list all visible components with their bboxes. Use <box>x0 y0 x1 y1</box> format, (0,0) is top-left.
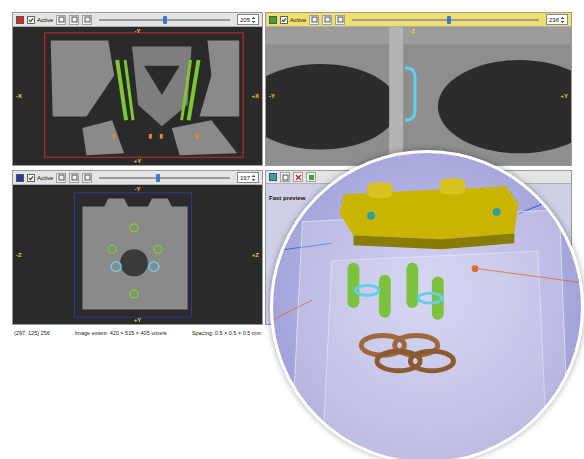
view-color-icon[interactable] <box>269 16 277 24</box>
slice-view: Active 205 -Y +Y -X +X <box>12 12 263 166</box>
render-icon <box>308 174 315 181</box>
view-color-icon[interactable] <box>16 16 24 24</box>
status-bar: (297, 125) 256 Image extent: 420 × 515 × … <box>12 329 263 337</box>
tool-button[interactable] <box>82 173 92 183</box>
active-label: Active <box>290 17 306 23</box>
active-checkbox[interactable]: Active <box>280 16 306 24</box>
slice-view: Active 197 -Y +Y -Z +Z <box>12 170 263 325</box>
slice-slider[interactable] <box>95 19 234 21</box>
tool-icon <box>71 16 78 23</box>
engine-3d-model <box>273 153 581 459</box>
active-label: Active <box>37 17 53 23</box>
tick-icon <box>28 17 34 23</box>
tool-button[interactable] <box>69 15 79 25</box>
fast-preview-label[interactable]: Fast preview <box>269 195 305 201</box>
spin-arrows-icon[interactable] <box>251 174 256 182</box>
tool-icon <box>324 16 331 23</box>
tick-icon <box>281 17 287 23</box>
slice-spinbox[interactable]: 236 <box>546 14 568 25</box>
tool-button[interactable] <box>322 15 332 25</box>
axis-label: -Y <box>135 186 141 192</box>
slice-canvas[interactable]: -Y +Y -Z +Z <box>13 185 262 324</box>
slice-value: 205 <box>240 17 250 23</box>
axis-label: +X <box>251 93 259 99</box>
slider-thumb[interactable] <box>156 174 160 182</box>
checkbox-box[interactable] <box>27 174 35 182</box>
active-checkbox[interactable]: Active <box>27 174 53 182</box>
axis-label: -Y <box>135 28 141 34</box>
ct-viewer-screen: Active 205 -Y +Y -X +X Active 236 -Z -Y +Y Active 19… <box>0 0 584 459</box>
tool-icon <box>311 16 318 23</box>
slider-track <box>99 177 230 179</box>
slider-track <box>99 19 230 21</box>
spin-arrows-icon[interactable] <box>560 16 565 24</box>
tool-button[interactable] <box>335 15 345 25</box>
slider-thumb[interactable] <box>163 16 167 24</box>
axis-label: +Y <box>134 317 142 323</box>
active-label: Active <box>37 175 53 181</box>
tool-button[interactable] <box>56 15 66 25</box>
tick-icon <box>28 175 34 181</box>
checkbox-box[interactable] <box>27 16 35 24</box>
view-toolbar: Active 205 <box>13 13 262 27</box>
tool-icon <box>337 16 344 23</box>
view-toolbar: Active 236 <box>266 13 571 27</box>
checkbox-box[interactable] <box>280 16 288 24</box>
tool-icon <box>58 174 65 181</box>
slice-spinbox[interactable]: 197 <box>237 172 259 183</box>
active-checkbox[interactable]: Active <box>27 16 53 24</box>
close-button[interactable] <box>293 172 303 182</box>
slice-canvas[interactable]: -Y +Y -X +X <box>13 27 262 165</box>
tool-icon <box>282 174 289 181</box>
tool-icon <box>71 174 78 181</box>
sagittal-slice-image <box>13 185 262 324</box>
spin-arrows-icon[interactable] <box>251 16 256 24</box>
axis-label: +Z <box>252 252 259 258</box>
tool-icon <box>58 16 65 23</box>
slider-track <box>352 19 539 21</box>
slice-slider[interactable] <box>348 19 543 21</box>
tool-button[interactable] <box>69 173 79 183</box>
tool-button[interactable] <box>82 15 92 25</box>
cursor-position: (297, 125) 256 <box>14 330 50 336</box>
axis-label: -Z <box>410 28 416 34</box>
axial-slice-image <box>13 27 262 165</box>
tool-icon <box>84 16 91 23</box>
coronal-slice-image <box>266 27 571 165</box>
slice-canvas[interactable]: -Z -Y +Y <box>266 27 571 165</box>
view-color-icon[interactable] <box>269 173 277 181</box>
tool-button[interactable] <box>56 173 66 183</box>
3d-preview-lens[interactable] <box>270 150 584 459</box>
slice-value: 236 <box>549 17 559 23</box>
axis-label: -Z <box>16 252 22 258</box>
close-icon <box>295 174 302 181</box>
axis-label: +Y <box>134 158 142 164</box>
slice-spinbox[interactable]: 205 <box>237 14 259 25</box>
axis-label: -X <box>16 93 22 99</box>
tool-button[interactable] <box>280 172 290 182</box>
voxel-spacing: Spacing: 0.5 × 0.5 × 0.5 mm <box>192 330 261 336</box>
slider-thumb[interactable] <box>447 16 451 24</box>
slice-value: 197 <box>240 175 250 181</box>
image-extent: Image extent: 420 × 515 × 405 voxels <box>75 330 167 336</box>
slice-slider[interactable] <box>95 177 234 179</box>
render-button[interactable] <box>306 172 316 182</box>
axis-label: +Y <box>560 93 568 99</box>
tool-button[interactable] <box>309 15 319 25</box>
axis-label: -Y <box>269 93 275 99</box>
view-toolbar: Active 197 <box>13 171 262 185</box>
view-color-icon[interactable] <box>16 174 24 182</box>
tool-icon <box>84 174 91 181</box>
slice-view: Active 236 -Z -Y +Y <box>265 12 572 166</box>
